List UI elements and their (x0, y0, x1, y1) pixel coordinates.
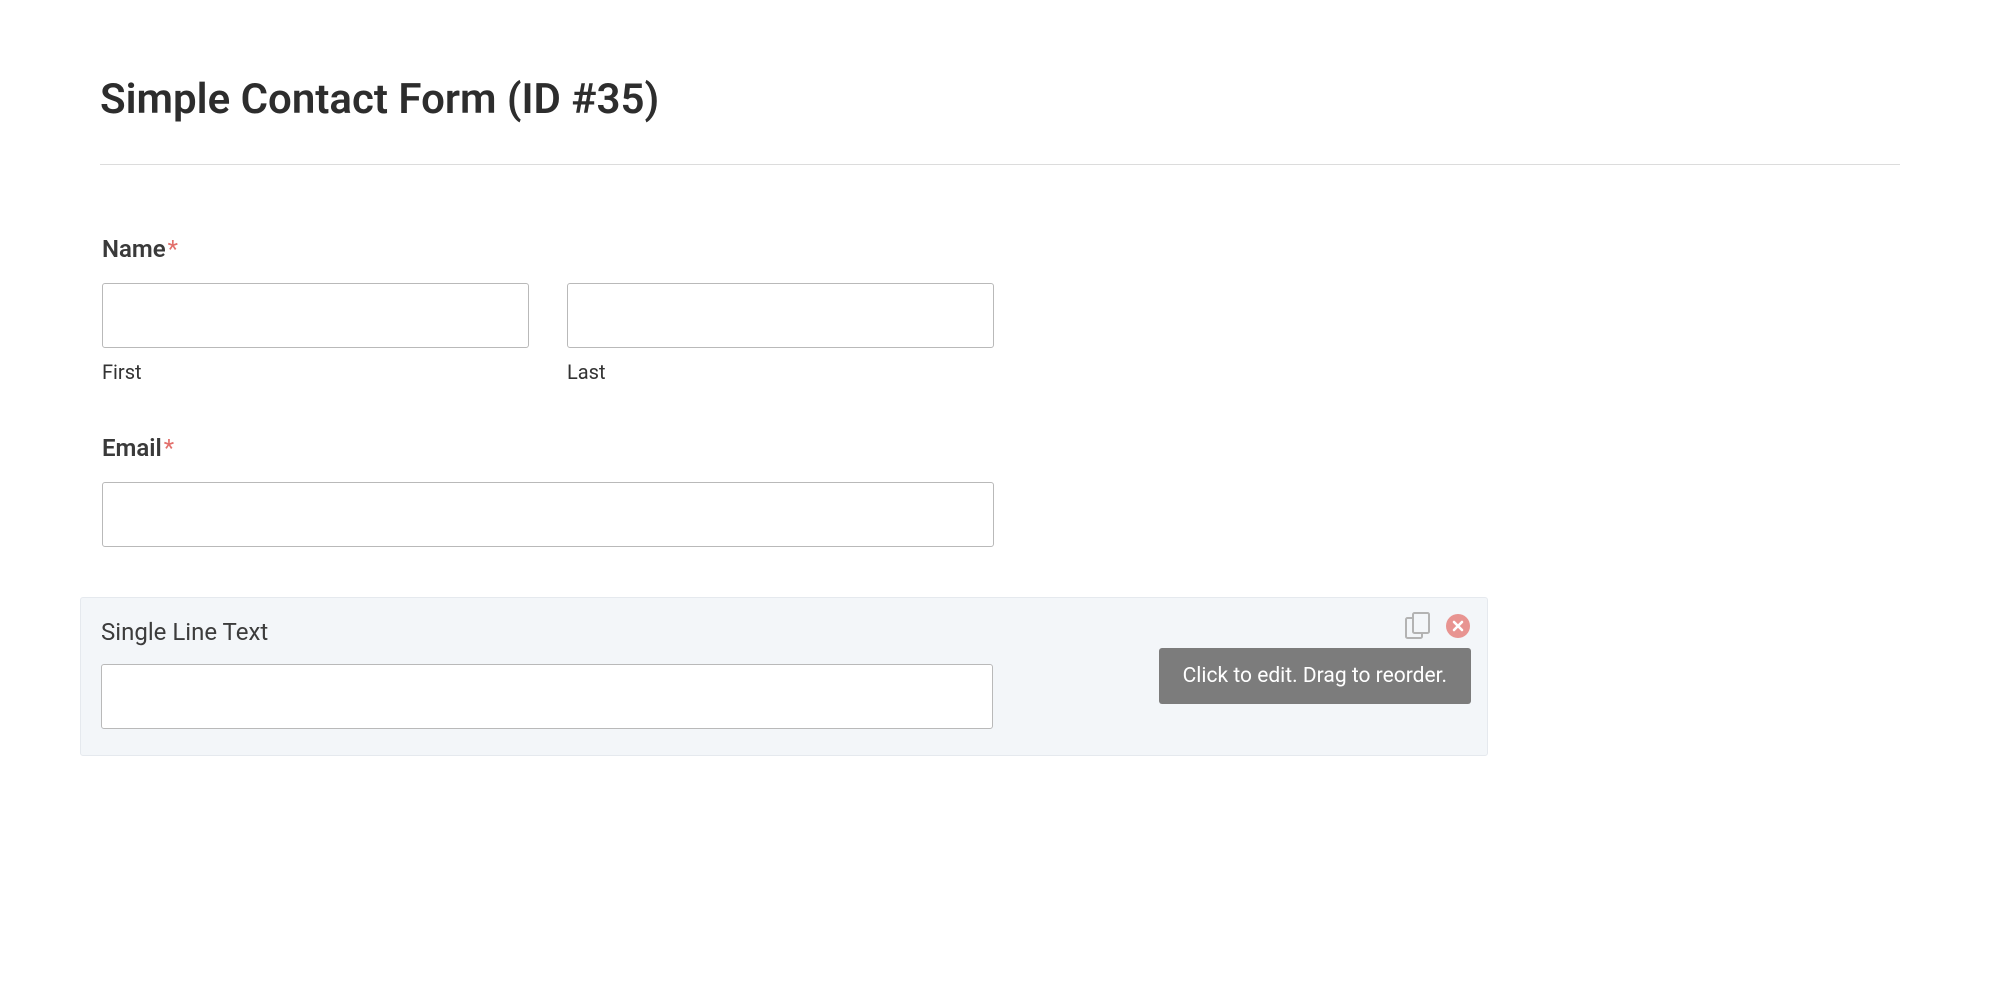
single-line-text-input[interactable] (101, 664, 993, 729)
divider (100, 164, 1900, 165)
last-name-input[interactable] (567, 283, 994, 348)
single-line-text-label: Single Line Text (101, 618, 1467, 646)
delete-icon[interactable] (1445, 613, 1471, 639)
name-label: Name* (102, 235, 1900, 263)
email-label-text: Email (102, 434, 162, 462)
duplicate-icon[interactable] (1405, 612, 1431, 640)
first-name-input[interactable] (102, 283, 529, 348)
required-asterisk: * (168, 235, 178, 263)
email-field-group[interactable]: Email* (100, 434, 1900, 547)
email-input[interactable] (102, 482, 994, 547)
required-asterisk: * (164, 434, 174, 462)
last-name-sublabel: Last (567, 360, 994, 384)
name-field-group[interactable]: Name* First Last (100, 235, 1900, 384)
page-title: Simple Contact Form (ID #35) (100, 75, 1900, 124)
first-name-sublabel: First (102, 360, 529, 384)
name-label-text: Name (102, 235, 166, 263)
single-line-text-field-group[interactable]: Single Line Text Click to edit. Drag to … (80, 597, 1488, 756)
field-tooltip: Click to edit. Drag to reorder. (1159, 648, 1471, 704)
email-label: Email* (102, 434, 1900, 462)
